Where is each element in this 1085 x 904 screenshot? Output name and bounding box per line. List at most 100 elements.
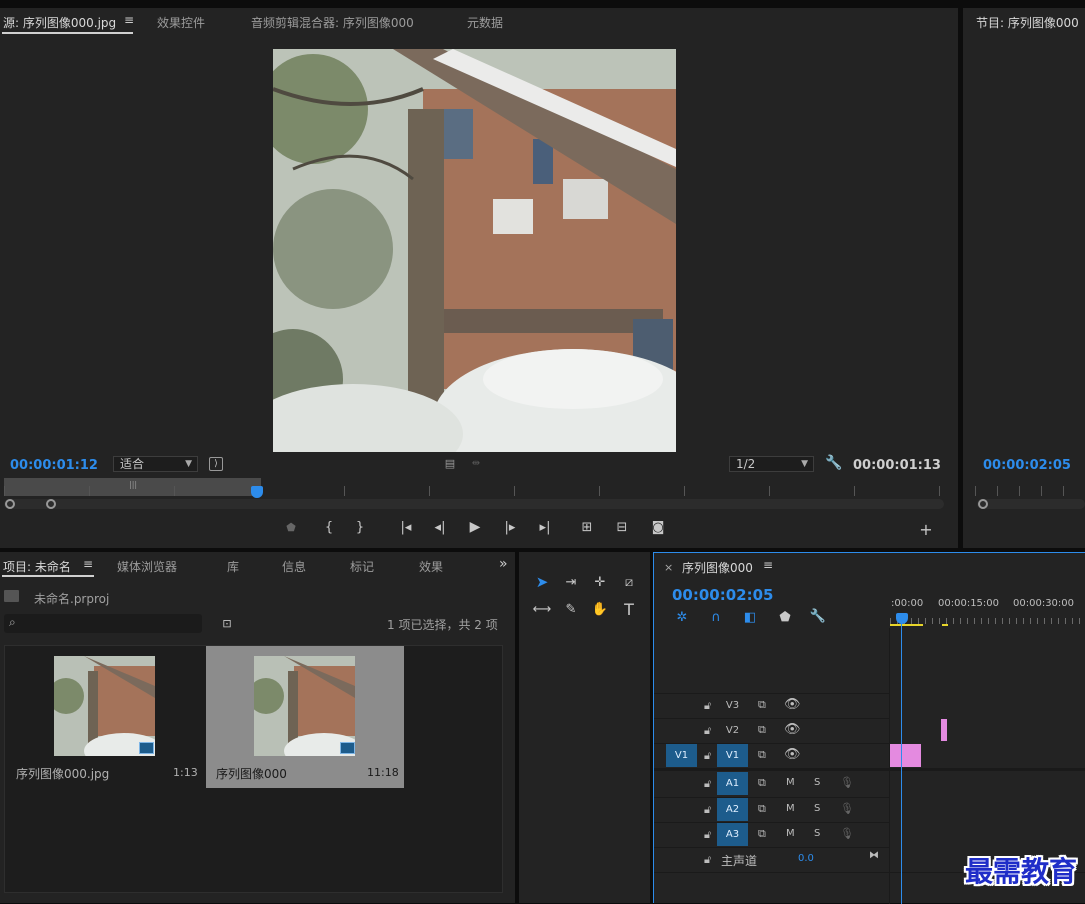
resolution-select[interactable]: 1/2 ▼ [729,456,814,472]
slip-tool-icon[interactable]: ⟷ [532,599,552,619]
overwrite-icon[interactable]: ⊟ [613,520,631,535]
sync-lock-icon[interactable]: ⧉ [758,802,766,816]
wrench-icon[interactable]: 🔧 [810,609,826,624]
tab-markers[interactable]: 标记 [350,558,374,575]
master-volume-value[interactable]: 0.0 [798,853,814,864]
solo-button[interactable]: S [814,828,820,839]
scroll-handle-left[interactable] [5,499,15,509]
add-marker-icon[interactable]: ⬟ [284,520,298,534]
solo-button[interactable]: S [814,777,820,788]
eye-icon[interactable]: 👁︎ [784,697,801,712]
insert-icon[interactable]: ⊞ [578,520,596,535]
mute-button[interactable]: M [786,777,795,788]
export-frame-camera-icon[interactable]: ◙ [650,520,666,535]
close-icon[interactable]: × [664,561,673,574]
hamburger-icon[interactable]: ≡ [124,13,134,27]
button-editor-plus-icon[interactable]: + [919,520,933,539]
nest-toggle-icon[interactable]: ✲ [675,610,689,625]
timeline-timecode[interactable]: 00:00:02:05 [672,586,774,604]
mark-out-icon[interactable]: } [353,520,367,535]
wrench-icon[interactable]: 🔧 [825,455,842,471]
hand-tool-icon[interactable]: ✋ [590,599,610,619]
track-label[interactable]: A2 [717,798,748,821]
microphone-icon[interactable]: 🎙︎ [840,776,854,789]
settings-toggle-icon[interactable]: ⟩ [209,457,223,471]
film-strip-icon[interactable]: ▤ [443,456,457,470]
razor-tool-icon[interactable]: ⧄ [619,572,639,592]
tab-program[interactable]: 节目: 序列图像000 [976,14,1079,31]
track-a3[interactable]: 🔓︎ A3 ⧉ M S 🎙︎ [654,822,889,846]
mark-in-icon[interactable]: { [322,520,336,535]
program-timecode[interactable]: 00:00:02:05 [983,458,1071,473]
track-a1[interactable]: 🔓︎ A1 ⧉ M S 🎙︎ [654,772,889,796]
tab-info[interactable]: 信息 [282,558,306,575]
sync-lock-icon[interactable]: ⧉ [758,723,766,737]
step-back-icon[interactable]: ◂| [432,520,448,535]
tab-effects[interactable]: 效果 [419,558,443,575]
microphone-icon[interactable]: 🎙︎ [840,802,854,815]
program-time-ruler[interactable] [975,486,1085,496]
track-label[interactable]: V1 [717,744,748,767]
tab-libraries[interactable]: 库 [227,558,239,575]
track-v1[interactable]: V1 🔓︎ V1 ⧉ 👁︎ [654,743,889,767]
lock-icon[interactable]: 🔓︎ [704,777,711,791]
source-time-ruler[interactable]: ||| [4,478,944,498]
tab-source[interactable]: 源: 序列图像000.jpg [3,14,116,31]
type-tool-icon[interactable]: T [619,599,639,619]
tab-effect-controls[interactable]: 效果控件 [157,14,205,31]
lock-icon[interactable]: 🔓︎ [704,724,711,738]
go-to-end-icon[interactable]: ⧓ [869,850,879,861]
go-to-out-icon[interactable]: ▸| [536,520,554,535]
step-forward-icon[interactable]: |▸ [502,520,518,535]
sync-lock-icon[interactable]: ⧉ [758,748,766,762]
lock-icon[interactable]: 🔓︎ [704,828,711,842]
source-playhead[interactable] [251,486,263,498]
selection-tool-icon[interactable]: ➤ [532,572,552,592]
sync-lock-icon[interactable]: ⧉ [758,698,766,712]
program-zoom-scrollbar[interactable] [977,499,1085,509]
linked-selection-icon[interactable]: ◧ [743,610,757,625]
source-zoom-scrollbar[interactable] [4,499,944,509]
lock-icon[interactable]: 🔓︎ [704,749,711,763]
track-label[interactable]: V3 [717,694,748,717]
lock-icon[interactable]: 🔓︎ [704,803,711,817]
new-bin-search-icon[interactable]: ⊡ [219,616,235,630]
project-item-image[interactable]: 序列图像000.jpg 1:13 [6,646,203,788]
solo-button[interactable]: S [814,803,820,814]
ripple-edit-tool-icon[interactable]: ✛ [590,572,610,592]
lock-icon[interactable]: 🔓︎ [704,853,711,867]
snap-magnet-icon[interactable]: ∩ [709,610,723,625]
play-icon[interactable]: ▶ [467,519,483,535]
track-label[interactable]: A3 [717,823,748,846]
track-master[interactable]: 🔓︎ 主声道 0.0 ⧓ [654,847,889,871]
eye-icon[interactable]: 👁︎ [784,722,801,737]
search-input[interactable]: ⌕ [4,614,202,633]
track-v2[interactable]: 🔓︎ V2 ⧉ 👁︎ [654,718,889,742]
mute-button[interactable]: M [786,803,795,814]
source-patch-v1[interactable]: V1 [666,744,697,767]
add-marker-icon[interactable]: ⬟ [778,610,792,625]
go-to-in-icon[interactable]: |◂ [397,520,415,535]
lock-icon[interactable]: 🔓︎ [704,699,711,713]
clip-v1[interactable] [890,744,921,767]
sync-lock-icon[interactable]: ⧉ [758,776,766,790]
pen-tool-icon[interactable]: ✎ [561,599,581,619]
work-area-bar[interactable] [890,624,923,626]
track-select-tool-icon[interactable]: ⇥ [561,572,581,592]
drag-audio-icon[interactable]: ⇹ [469,456,483,470]
tab-metadata[interactable]: 元数据 [467,14,503,31]
sync-lock-icon[interactable]: ⧉ [758,827,766,841]
microphone-icon[interactable]: 🎙︎ [840,827,854,840]
eye-icon[interactable]: 👁︎ [784,747,801,762]
track-label[interactable]: V2 [717,719,748,742]
clip-v2[interactable] [941,719,947,741]
source-current-timecode[interactable]: 00:00:01:12 [10,458,98,473]
tab-sequence[interactable]: 序列图像000 [682,559,753,576]
tab-project[interactable]: 项目: 未命名 [3,558,71,575]
hamburger-icon[interactable]: ≡ [83,557,93,571]
track-label[interactable]: A1 [717,772,748,795]
hamburger-icon[interactable]: ≡ [763,558,773,572]
track-a2[interactable]: 🔓︎ A2 ⧉ M S 🎙︎ [654,797,889,821]
zoom-level-select[interactable]: 适合 ▼ [113,456,198,472]
scroll-handle-left[interactable] [978,499,988,509]
